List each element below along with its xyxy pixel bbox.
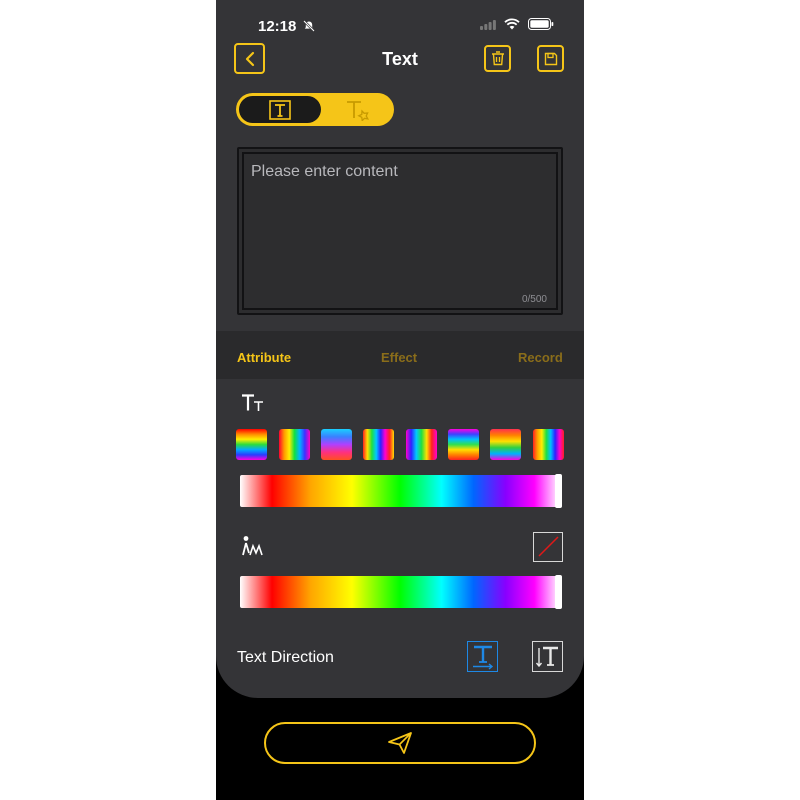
shadow-color-slider-thumb[interactable] — [555, 575, 562, 609]
color-swatch-gradient-5[interactable] — [406, 429, 437, 460]
paper-plane-icon — [388, 732, 412, 754]
color-swatch-gradient-1[interactable] — [236, 429, 267, 460]
phone-screen: 12:18 Text Please enter content 0/500 At… — [216, 0, 584, 800]
cellular-signal-icon — [480, 17, 496, 35]
save-button[interactable] — [537, 45, 564, 72]
tab-attribute[interactable]: Attribute — [237, 350, 291, 365]
no-shadow-button[interactable] — [533, 532, 563, 562]
send-button[interactable] — [264, 722, 536, 764]
text-content-input[interactable] — [249, 161, 553, 285]
color-swatch-gradient-2[interactable] — [279, 429, 310, 460]
horizontal-text-icon — [472, 645, 493, 670]
font-size-icon — [241, 393, 265, 418]
color-swatch-gradient-4[interactable] — [363, 429, 394, 460]
status-icons — [480, 17, 554, 35]
tab-record[interactable]: Record — [518, 350, 563, 365]
floppy-disk-icon — [544, 52, 557, 65]
character-counter: 0/500 — [521, 294, 547, 305]
text-mode-option[interactable] — [239, 96, 321, 123]
mute-bell-icon — [303, 19, 315, 37]
color-swatch-gradient-6[interactable] — [448, 429, 479, 460]
color-swatch-gradient-3[interactable] — [321, 429, 352, 460]
font-color-slider[interactable] — [240, 474, 562, 508]
battery-icon — [528, 17, 554, 35]
text-box-icon — [269, 99, 291, 120]
main-panel: 12:18 Text Please enter content 0/500 At… — [216, 0, 584, 698]
text-direction-label: Text Direction — [237, 649, 334, 666]
color-swatch-gradient-8[interactable] — [533, 429, 564, 460]
tab-effect[interactable]: Effect — [381, 350, 417, 365]
no-color-slash-icon — [537, 536, 559, 557]
vertical-text-icon — [535, 646, 558, 667]
tab-bar: Attribute Effect Record — [216, 331, 584, 379]
text-style-icon — [347, 100, 370, 121]
text-content-box: 0/500 — [237, 147, 563, 315]
art-text-mode-option[interactable] — [328, 96, 388, 123]
vertical-direction-button[interactable] — [532, 641, 563, 672]
text-mode-toggle — [236, 93, 394, 126]
status-time: 12:18 — [258, 18, 297, 35]
horizontal-direction-button[interactable] — [467, 641, 498, 672]
page-title: Text — [382, 49, 418, 69]
shadow-figure-icon — [241, 535, 265, 564]
color-swatch-gradient-7[interactable] — [490, 429, 521, 460]
delete-button[interactable] — [484, 45, 511, 72]
trash-icon — [491, 51, 504, 66]
wifi-icon — [504, 17, 520, 35]
shadow-color-slider[interactable] — [240, 575, 562, 609]
font-color-slider-thumb[interactable] — [555, 474, 562, 508]
